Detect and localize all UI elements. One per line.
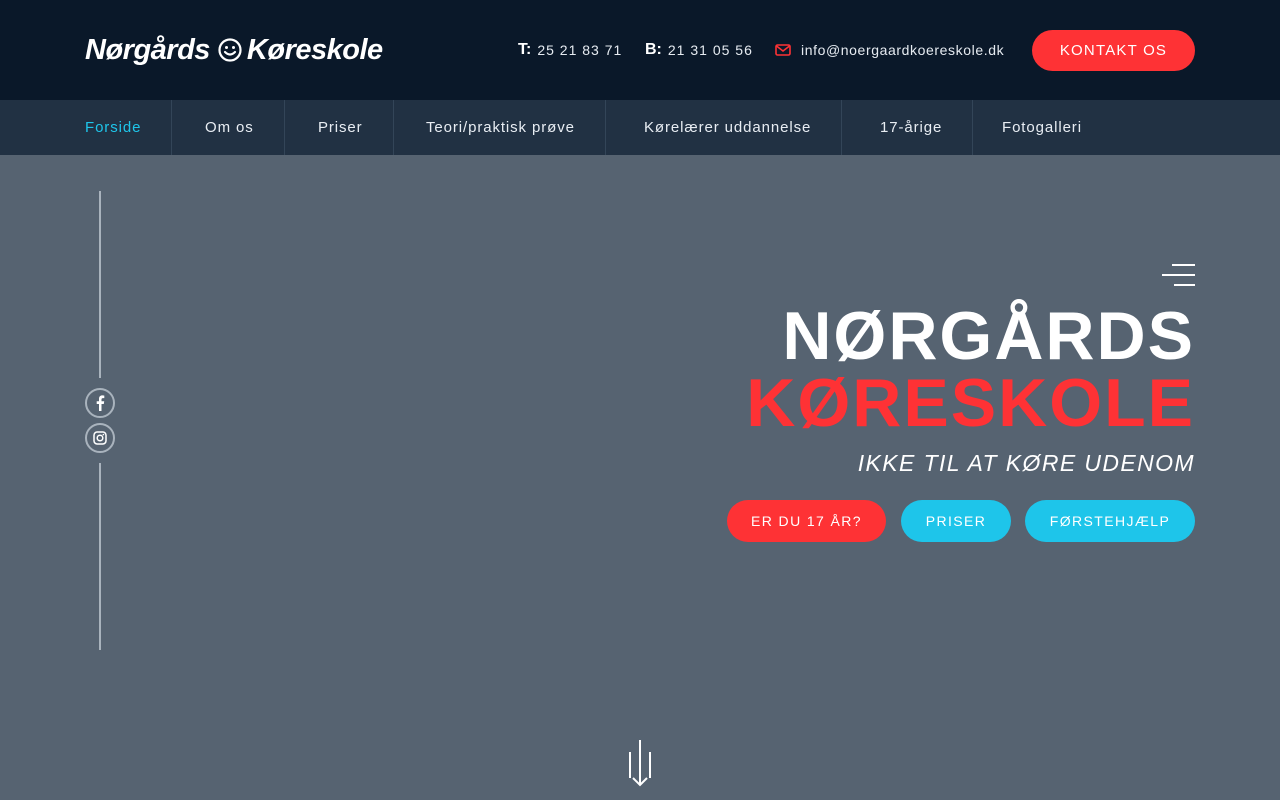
nav-item-fotogalleri[interactable]: Fotogalleri — [972, 100, 1112, 155]
nav-item-forside[interactable]: Forside — [55, 100, 173, 155]
phone-number: 25 21 83 71 — [537, 42, 623, 58]
hero-subtitle: IKKE TIL AT KØRE UDENOM — [857, 450, 1195, 476]
nav-item-teori-praktisk-prove[interactable]: Teori/praktisk prøve — [396, 100, 606, 155]
rail-divider-top — [99, 191, 101, 378]
top-header: Nørgårds Køreskole T: 25 21 83 71 B: 21 … — [0, 0, 1280, 100]
nav-item-om-os[interactable]: Om os — [175, 100, 285, 155]
instagram-link[interactable] — [85, 423, 115, 453]
instagram-icon — [93, 431, 107, 445]
logo-text-part-1: Nørgårds — [85, 33, 210, 66]
email-address: info@noergaardkoereskole.dk — [801, 42, 1005, 58]
hero-title-line-2: KØRESKOLE — [746, 365, 1195, 441]
facebook-icon — [96, 395, 105, 411]
prices-button[interactable]: PRISER — [901, 500, 1011, 542]
mobile-number: 21 31 05 56 — [667, 42, 753, 58]
facebook-link[interactable] — [85, 388, 115, 418]
nav-item-17-aarige[interactable]: 17-årige — [850, 100, 974, 155]
mobile-label: B: — [645, 41, 662, 58]
age-17-button[interactable]: ER DU 17 ÅR? — [727, 500, 886, 542]
envelope-icon — [775, 44, 791, 56]
nav-item-korelaerer-uddannelse[interactable]: Kørelærer uddannelse — [614, 100, 843, 155]
site-logo[interactable]: Nørgårds Køreskole — [85, 33, 383, 67]
email-contact[interactable]: info@noergaardkoereskole.dk — [775, 38, 1004, 62]
logo-text-part-2: Køreskole — [246, 33, 383, 66]
rail-divider-bottom — [99, 463, 101, 650]
phone-label: T: — [518, 41, 532, 58]
contact-button[interactable]: KONTAKT OS — [1032, 30, 1195, 71]
hamburger-menu-icon[interactable] — [1160, 262, 1196, 288]
phone-contact[interactable]: T: 25 21 83 71 — [518, 38, 622, 62]
smiley-icon — [218, 38, 242, 62]
mobile-contact[interactable]: B: 21 31 05 56 — [645, 38, 753, 62]
first-aid-button[interactable]: FØRSTEHJÆLP — [1025, 500, 1195, 542]
main-nav: Forside Om os Priser Teori/praktisk prøv… — [0, 100, 1280, 155]
nav-item-priser[interactable]: Priser — [288, 100, 394, 155]
scroll-down-arrow-icon[interactable] — [627, 740, 653, 788]
